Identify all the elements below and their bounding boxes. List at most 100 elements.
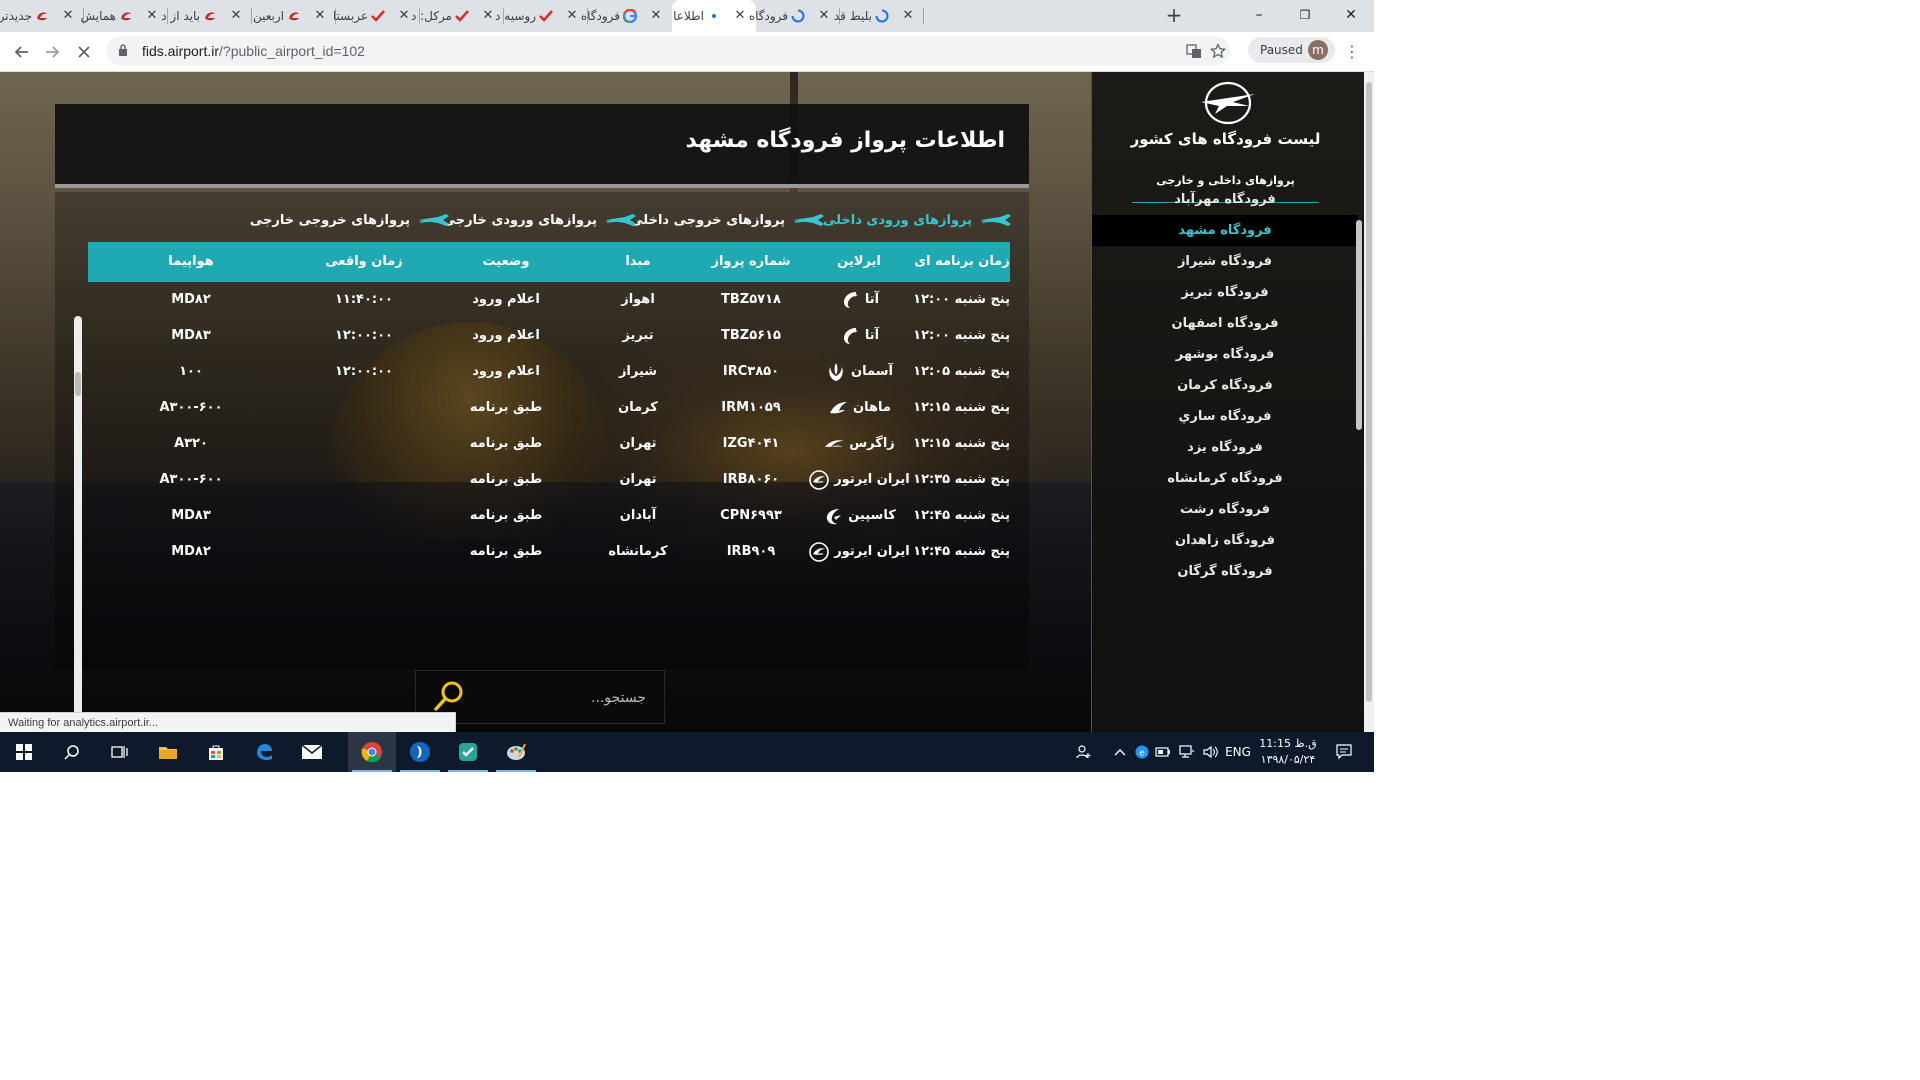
sidebar-scrollbar[interactable] [1355,72,1363,662]
address-bar[interactable]: fids.airport.ir/?public_airport_id=102 [106,36,1230,66]
browser-tab[interactable]: جدیدتر ✕ [0,0,84,32]
task-view-icon[interactable] [96,732,144,772]
cell-status: طبق برنامه [469,400,543,415]
browser-tab[interactable]: اربعین ✕ [252,0,336,32]
browser-tab[interactable]: عربستا ✕ [333,0,420,32]
translate-icon[interactable] [1184,41,1204,61]
filter-tab[interactable]: پروازهای ورودی داخلی [823,209,1012,231]
table-scrollbar[interactable] [74,316,82,716]
header-origin[interactable]: مبدا [578,242,698,282]
browser-tab[interactable]: فرودگاه ✕ [581,0,672,32]
stop-loading-button[interactable] [72,40,96,64]
table-row[interactable]: پنج شنبه ۱۲:۴۵ کاسپین CPN۶۹۹۳ آبادان طبق برن… [88,498,1010,534]
tab-close-icon[interactable]: ✕ [480,8,496,24]
language-indicator[interactable]: ENG [1222,732,1254,772]
sidebar-item-airport[interactable]: فرودگاه گرگان [1092,556,1358,587]
page-scrollbar[interactable] [1364,72,1374,732]
new-tab-button[interactable]: + [1162,4,1186,28]
sidebar-scrollbar-thumb[interactable] [1356,220,1362,430]
browser-tab[interactable]: بلیط قد ✕ [834,0,924,32]
search-input[interactable] [476,685,646,711]
app-tray-blue-icon[interactable]: e [1132,732,1152,772]
filter-tab[interactable]: پروازهای خروجی خارجی [250,209,450,231]
tab-close-icon[interactable]: ✕ [228,8,244,24]
page-scrollbar-thumb[interactable] [1366,82,1372,702]
browser-tab[interactable]: همایش ✕ [80,0,168,32]
tab-title: روسیه د [495,9,536,23]
table-row[interactable]: پنج شنبه ۱۲:۱۵ ماهان IRM۱۰۵۹ کرمان طبق برنام… [88,390,1010,426]
file-explorer-icon[interactable] [144,732,192,772]
avatar[interactable]: m [1308,40,1328,60]
browser-tab[interactable]: مرکل: د ✕ [411,0,504,32]
sidebar-item-airport[interactable]: فرودگاه مهرآباد [1092,184,1358,215]
clock-date[interactable]: ۱۳۹۸/۰۵/۲۴ [1256,753,1320,766]
people-icon[interactable] [1070,732,1098,772]
zagros-airline-logo [823,433,845,455]
header-status[interactable]: وضعیت [434,242,578,282]
notification-icon[interactable] [1330,732,1358,772]
sidebar-item-airport[interactable]: فرودگاه شیراز [1092,246,1358,277]
sidebar-item-airport[interactable]: فرودگاه مشهد [1092,215,1358,246]
sidebar-item-airport[interactable]: فرودگاه یزد [1092,432,1358,463]
tab-close-icon[interactable]: ✕ [144,8,160,24]
app-check-icon[interactable] [444,732,492,772]
browser-menu-icon[interactable]: ⋮ [1340,40,1364,64]
volume-icon[interactable] [1200,732,1222,772]
sidebar-item-airport[interactable]: فرودگاه تبریز [1092,277,1358,308]
clock-time[interactable]: ق.ظ 11:15 [1256,737,1320,750]
filter-tab[interactable]: پروازهای خروجی داخلی [630,209,825,231]
sidebar-item-airport[interactable]: فرودگاه رشت [1092,494,1358,525]
search-icon[interactable] [48,732,96,772]
sidebar-item-airport[interactable]: فرودگاه اصفهان [1092,308,1358,339]
sidebar-item-airport[interactable]: فرودگاه بوشهر [1092,339,1358,370]
header-flight-number[interactable]: شماره پرواز [698,242,804,282]
forward-button[interactable] [40,40,64,64]
tab-close-icon[interactable]: ✕ [648,8,664,24]
maximize-button[interactable]: ❐ [1282,0,1328,30]
search-icon[interactable] [432,679,466,713]
cell-aircraft: MD۸۲ [171,292,211,307]
sidebar-item-airport[interactable]: فرودگاه کرمانشاه [1092,463,1358,494]
browser-tab[interactable]: فرودگاه ✕ [749,0,840,32]
mail-icon[interactable] [288,732,336,772]
table-row[interactable]: پنج شنبه ۱۲:۳۵ ایران ایرتور IRB۸۰۶۰ تهران طب… [88,462,1010,498]
browser-tab[interactable]: اطلاعا ✕ [672,0,756,32]
table-row[interactable]: پنج شنبه ۱۲:۰۰ آتا TBZ۵۶۱۵ تبریز اعلام ورود ۱… [88,318,1010,354]
edge-icon[interactable] [240,732,288,772]
tab-close-icon[interactable]: ✕ [816,8,832,24]
table-row[interactable]: پنج شنبه ۱۲:۴۵ ایران ایرتور IRB۹۰۹ کرمانشاه… [88,534,1010,570]
table-scrollbar-thumb[interactable] [75,372,81,396]
header-airline[interactable]: ایرلاین [804,242,914,282]
sidebar-item-airport[interactable]: فرودگاه زاهدان [1092,525,1358,556]
table-row[interactable]: پنج شنبه ۱۲:۰۵ آسمان IRC۳۸۵۰ شیراز اعلام ورو… [88,354,1010,390]
tab-close-icon[interactable]: ✕ [60,8,76,24]
close-window-button[interactable]: ✕ [1328,0,1374,30]
tab-close-icon[interactable]: ✕ [312,8,328,24]
table-row[interactable]: پنج شنبه ۱۲:۱۵ زاگرس IZG۴۰۴۱ تهران طبق برنام… [88,426,1010,462]
tab-close-icon[interactable]: ✕ [900,8,916,24]
chevron-up-icon[interactable] [1110,732,1130,772]
table-row[interactable]: پنج شنبه ۱۲:۰۰ آتا TBZ۵۷۱۸ اهواز اعلام ورود ۱… [88,282,1010,318]
paint-icon[interactable] [492,732,540,772]
loading-spinner-icon [790,8,806,24]
browser-tab[interactable]: روسیه د ✕ [495,0,588,32]
back-button[interactable] [10,40,34,64]
header-scheduled-time[interactable]: زمان برنامه ای [914,242,1010,282]
tab-close-icon[interactable]: ✕ [732,8,748,24]
sidebar-item-airport[interactable]: فرودگاه ساري [1092,401,1358,432]
tab-close-icon[interactable]: ✕ [396,8,412,24]
sidebar-item-airport[interactable]: فرودگاه کرمان [1092,370,1358,401]
filter-tab[interactable]: پروازهای ورودی خارجی [443,209,637,231]
chrome-icon[interactable] [348,732,396,772]
store-icon[interactable] [192,732,240,772]
browser-tab[interactable]: باید از د ✕ [161,0,252,32]
network-icon[interactable] [1176,732,1198,772]
tab-close-icon[interactable]: ✕ [564,8,580,24]
battery-icon[interactable] [1152,732,1174,772]
bookmark-star-icon[interactable] [1208,41,1228,61]
windows-start-icon[interactable] [0,732,48,772]
header-actual-time[interactable]: زمان واقعی [294,242,434,282]
app-blue-icon[interactable] [396,732,444,772]
minimize-button[interactable]: – [1236,0,1282,30]
header-aircraft[interactable]: هواپیما [88,242,294,282]
